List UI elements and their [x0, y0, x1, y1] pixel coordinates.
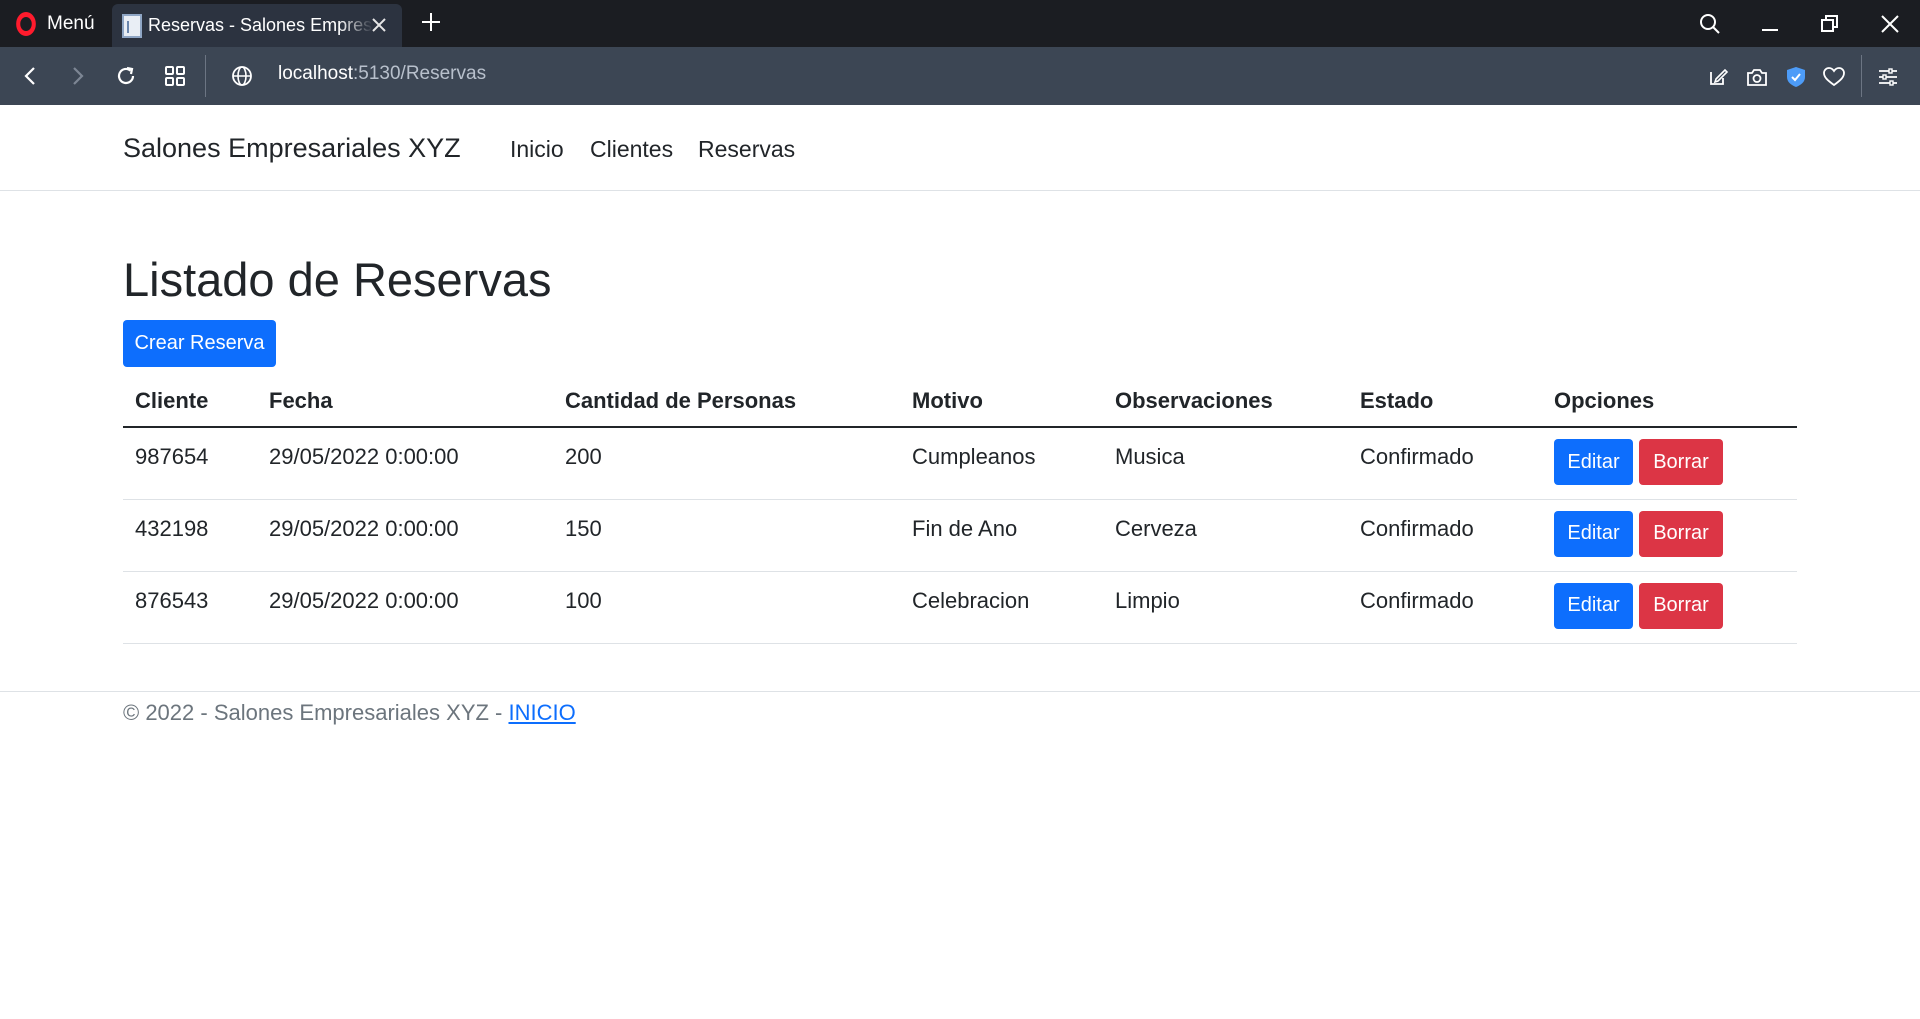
column-header-motivo: Motivo [900, 375, 1103, 428]
forward-arrow-icon[interactable] [57, 56, 97, 96]
delete-button[interactable]: Borrar [1639, 439, 1723, 485]
cell-cantidad: 200 [553, 427, 900, 500]
url-path: :5130/Reservas [353, 63, 487, 84]
close-icon[interactable] [1860, 0, 1920, 47]
footer-text: © 2022 - Salones Empresariales XYZ - INI… [123, 700, 576, 726]
page-title: Listado de Reservas [123, 253, 552, 306]
edit-button[interactable]: Editar [1554, 510, 1633, 557]
column-header-observaciones: Observaciones [1103, 375, 1348, 428]
browser-tab-active[interactable]: Reservas - Salones Empresariales XYZ [112, 4, 402, 47]
cell-observaciones: Musica [1103, 427, 1348, 500]
address-separator [1861, 55, 1862, 97]
reload-icon[interactable] [106, 56, 146, 96]
table-row: 876543 29/05/2022 0:00:00 100 Celebracio… [123, 571, 1797, 644]
opera-logo-icon [16, 11, 36, 36]
column-header-estado: Estado [1348, 375, 1542, 428]
plus-icon[interactable] [414, 6, 448, 40]
browser-menu-label: Menú [47, 12, 95, 34]
table-row: 432198 29/05/2022 0:00:00 150 Fin de Ano… [123, 499, 1797, 572]
grid-icon[interactable] [155, 56, 195, 96]
back-arrow-icon[interactable] [11, 56, 51, 96]
nav-link-clientes[interactable]: Clientes [590, 136, 673, 163]
site-navbar: Salones Empresariales XYZ Inicio Cliente… [0, 105, 1920, 191]
nav-link-reservas[interactable]: Reservas [698, 136, 795, 163]
sliders-icon[interactable] [1871, 60, 1905, 94]
cell-cantidad: 100 [553, 571, 900, 644]
cell-motivo: Cumpleanos [900, 427, 1103, 500]
cell-motivo: Celebracion [900, 571, 1103, 644]
cell-estado: Confirmado [1348, 571, 1542, 644]
edit-button[interactable]: Editar [1554, 439, 1633, 485]
cell-opciones: Editar Borrar [1542, 499, 1797, 572]
cell-fecha: 29/05/2022 0:00:00 [257, 499, 553, 572]
edit-button[interactable]: Editar [1554, 582, 1633, 629]
cell-observaciones: Limpio [1103, 571, 1348, 644]
browser-menu-button[interactable]: Menú [0, 0, 108, 47]
cell-fecha: 29/05/2022 0:00:00 [257, 427, 553, 500]
cell-estado: Confirmado [1348, 499, 1542, 572]
cell-cliente: 876543 [123, 571, 257, 644]
site-footer: © 2022 - Salones Empresariales XYZ - INI… [0, 691, 1920, 741]
browser-tab-bar: Menú Reservas - Salones Empresariales XY… [0, 0, 1920, 47]
delete-button[interactable]: Borrar [1639, 582, 1723, 629]
cell-cliente: 432198 [123, 499, 257, 572]
delete-button[interactable]: Borrar [1639, 510, 1723, 557]
create-reservation-button[interactable]: Crear Reserva [123, 320, 276, 367]
cell-opciones: Editar Borrar [1542, 571, 1797, 644]
minimize-icon[interactable] [1740, 0, 1800, 47]
nav-link-inicio[interactable]: Inicio [510, 136, 564, 163]
heart-icon[interactable] [1817, 60, 1851, 94]
column-header-cliente: Cliente [123, 375, 257, 428]
cell-cantidad: 150 [553, 499, 900, 572]
shield-icon[interactable] [1779, 60, 1813, 94]
cell-observaciones: Cerveza [1103, 499, 1348, 572]
page-icon [122, 13, 142, 38]
browser-address-bar: localhost:5130/Reservas [0, 47, 1920, 105]
restore-icon[interactable] [1800, 0, 1860, 47]
navbar-brand[interactable]: Salones Empresariales XYZ [123, 133, 461, 164]
search-icon[interactable] [1680, 0, 1740, 47]
cell-estado: Confirmado [1348, 427, 1542, 500]
globe-icon[interactable] [228, 62, 256, 90]
table-row: 987654 29/05/2022 0:00:00 200 Cumpleanos… [123, 427, 1797, 500]
column-header-cantidad: Cantidad de Personas [553, 375, 900, 428]
url-field[interactable]: localhost:5130/Reservas [278, 63, 486, 85]
footer-copyright: © 2022 - Salones Empresariales XYZ - [123, 700, 509, 725]
address-separator [205, 55, 206, 97]
table-header-row: Cliente Fecha Cantidad de Personas Motiv… [123, 375, 1797, 428]
reservations-table: Cliente Fecha Cantidad de Personas Motiv… [123, 375, 1797, 644]
footer-home-link[interactable]: INICIO [508, 700, 575, 725]
cell-opciones: Editar Borrar [1542, 427, 1797, 500]
close-icon[interactable] [366, 12, 392, 38]
cell-motivo: Fin de Ano [900, 499, 1103, 572]
camera-icon[interactable] [1740, 60, 1774, 94]
column-header-fecha: Fecha [257, 375, 553, 428]
column-header-opciones: Opciones [1542, 375, 1797, 428]
edit-share-icon[interactable] [1701, 60, 1735, 94]
cell-cliente: 987654 [123, 427, 257, 500]
cell-fecha: 29/05/2022 0:00:00 [257, 571, 553, 644]
tab-title: Reservas - Salones Empresariales XYZ [148, 15, 373, 35]
url-host: localhost [278, 63, 353, 84]
